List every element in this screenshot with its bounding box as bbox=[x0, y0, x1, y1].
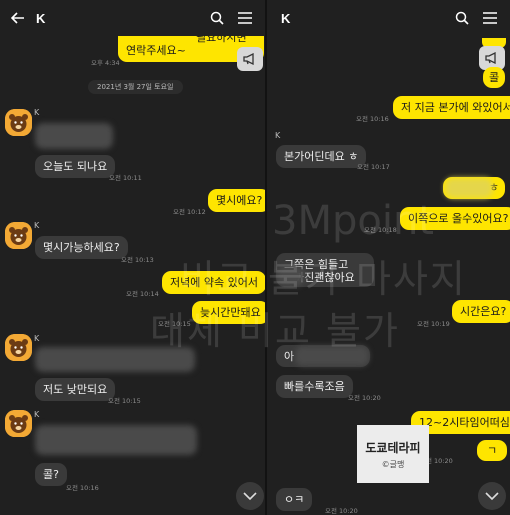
menu-icon[interactable] bbox=[476, 0, 504, 36]
chevron-down-icon bbox=[243, 491, 257, 500]
menu-icon[interactable] bbox=[231, 0, 259, 36]
avatar-icon[interactable] bbox=[5, 334, 32, 361]
stamp-credit: ©글맹 bbox=[381, 459, 405, 469]
sender-name: K bbox=[34, 221, 40, 230]
redacted-message bbox=[295, 346, 369, 366]
message-time: 오전 10:16 bbox=[66, 484, 99, 492]
outgoing-message[interactable]: 늦시간만돼요 bbox=[192, 301, 265, 324]
back-arrow-icon[interactable] bbox=[0, 0, 36, 36]
outgoing-message[interactable]: 저 지금 본가에 와있어서 bbox=[393, 96, 510, 119]
message-time: 오전 10:13 bbox=[121, 256, 154, 264]
incoming-message[interactable]: 콜? bbox=[35, 463, 67, 486]
redacted-message bbox=[445, 178, 493, 198]
message-time: 오전 10:18 bbox=[364, 226, 397, 234]
incoming-message[interactable]: 오늘도 되나요 bbox=[35, 155, 116, 178]
incoming-message[interactable]: 빠를수록조음 bbox=[276, 375, 353, 398]
outgoing-message[interactable]: 시간은요? bbox=[452, 300, 510, 323]
avatar-icon[interactable] bbox=[5, 109, 32, 136]
stamp-title: 도쿄테라피 bbox=[365, 440, 421, 455]
message-time: 오전 10:15 bbox=[108, 397, 141, 405]
scroll-down-button[interactable] bbox=[236, 482, 264, 510]
incoming-message[interactable]: 몇시가능하세요? bbox=[35, 236, 128, 259]
redacted-message bbox=[35, 347, 195, 372]
sender-name: K bbox=[34, 410, 40, 419]
message-time: 오후 4:34 bbox=[91, 59, 120, 67]
incoming-message[interactable]: 본가어딘데요 ㅎ bbox=[276, 145, 367, 168]
left-chat-panel: K 필요하시면 연락주세요~ 오후 4:34 2021년 3월 27일 토요일 … bbox=[0, 0, 265, 515]
date-divider: 2021년 3월 27일 토요일 bbox=[88, 80, 183, 94]
search-icon[interactable] bbox=[448, 0, 476, 36]
message-time: 오전 10:20 bbox=[325, 507, 358, 515]
outgoing-message[interactable]: 저녁에 약속 있어서 bbox=[162, 271, 265, 294]
message-time: 오전 10:19 bbox=[417, 320, 450, 328]
search-icon[interactable] bbox=[203, 0, 231, 36]
redacted-message bbox=[35, 123, 113, 149]
chat-title: K bbox=[281, 10, 291, 26]
avatar-icon[interactable] bbox=[5, 222, 32, 249]
redacted-message bbox=[35, 425, 197, 455]
message-time: 오전 10:14 bbox=[126, 290, 159, 298]
message-time: 오전 10:16 bbox=[356, 115, 389, 123]
megaphone-icon[interactable] bbox=[237, 47, 263, 71]
message-text: 아 bbox=[284, 350, 295, 363]
left-top-bar: K bbox=[0, 0, 265, 36]
sender-name: K bbox=[34, 108, 40, 117]
chevron-down-icon bbox=[485, 491, 499, 500]
incoming-message[interactable]: ㅇㅋ bbox=[276, 488, 313, 511]
message-time: 오전 10:17 bbox=[357, 163, 390, 171]
outgoing-message[interactable]: 콜 bbox=[483, 67, 506, 88]
right-top-bar: K bbox=[267, 0, 510, 36]
outgoing-message[interactable]: 몇시에요? bbox=[208, 189, 265, 212]
outgoing-message[interactable]: 이쪽으로 올수있어요? bbox=[400, 207, 510, 230]
logo-stamp: 도쿄테라피 ©글맹 bbox=[357, 425, 429, 483]
message-time: 오전 10:20 bbox=[348, 394, 381, 402]
message-time: 오전 10:11 bbox=[109, 174, 142, 182]
redacted-message bbox=[277, 266, 305, 286]
message-time: 오전 10:15 bbox=[158, 320, 191, 328]
chat-title: K bbox=[36, 10, 46, 26]
scroll-down-button[interactable] bbox=[478, 482, 506, 510]
sender-name: K bbox=[275, 131, 281, 140]
outgoing-message[interactable]: ㄱ bbox=[477, 440, 508, 461]
message-time: 오전 10:12 bbox=[173, 208, 206, 216]
incoming-message[interactable]: 저도 낮만되요 bbox=[35, 378, 116, 401]
sender-name: K bbox=[34, 334, 40, 343]
avatar-icon[interactable] bbox=[5, 410, 32, 437]
